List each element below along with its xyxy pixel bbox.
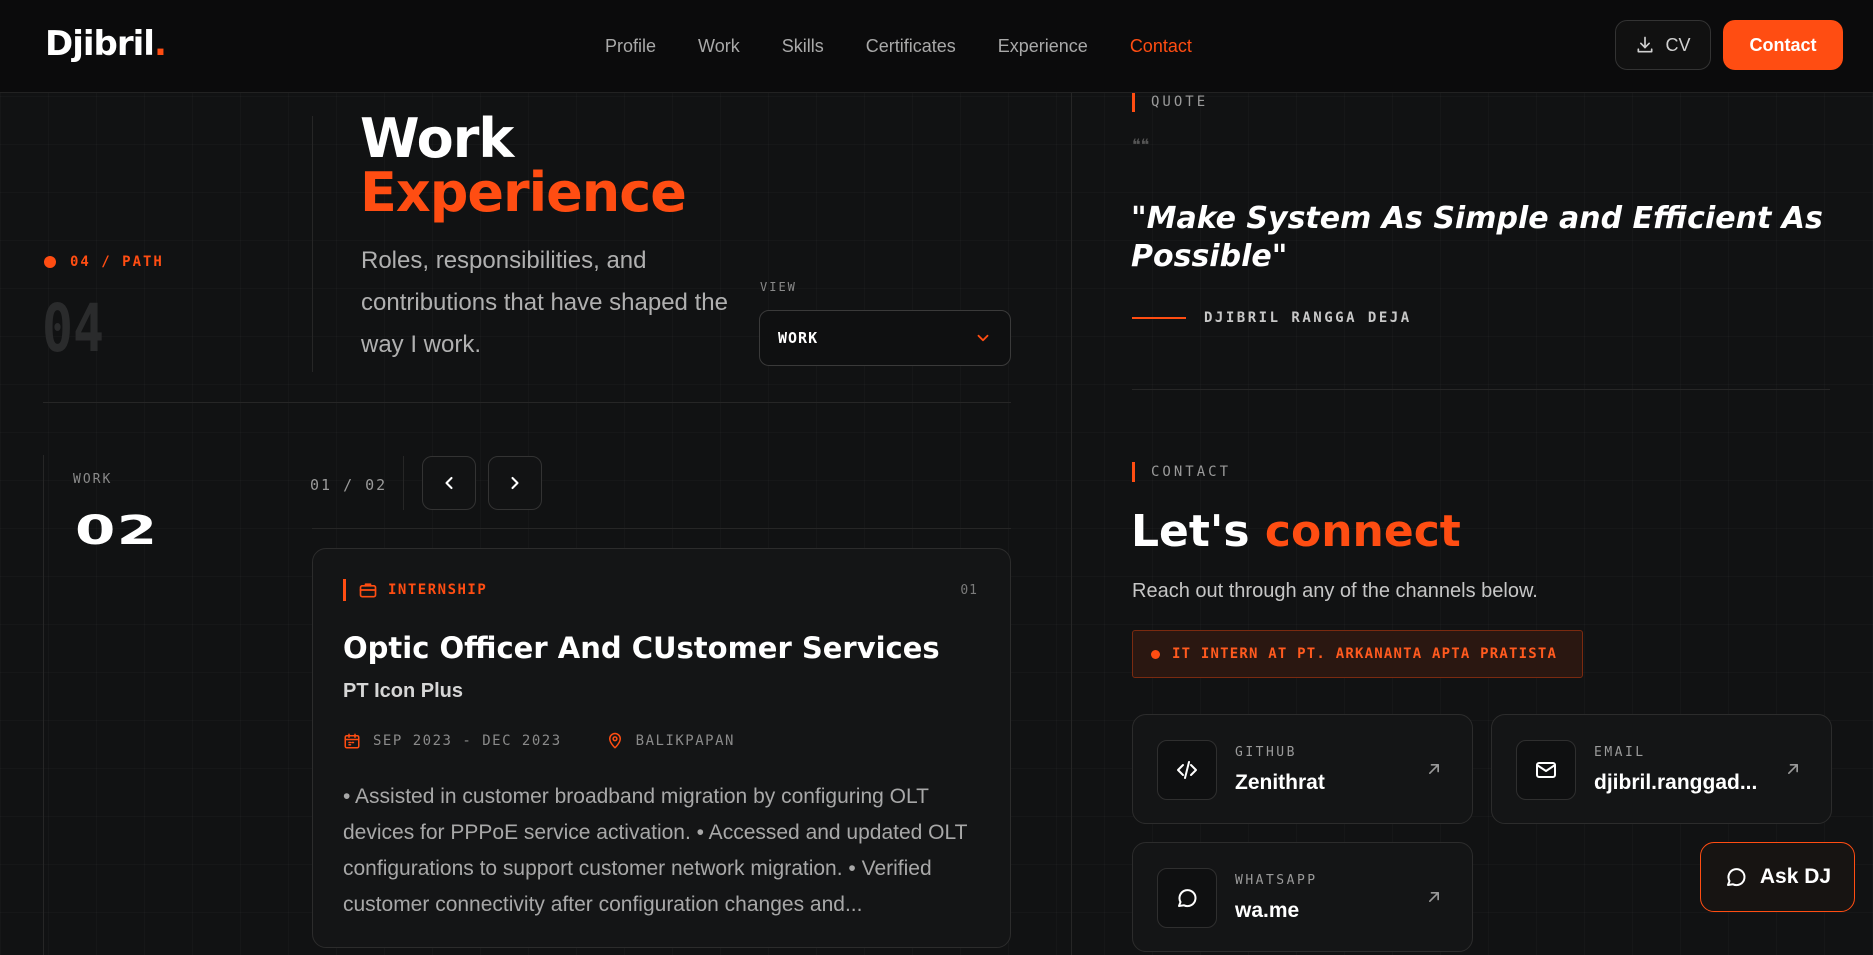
contact-section-tag: CONTACT <box>1132 462 1231 482</box>
download-icon <box>1637 36 1653 53</box>
quote-text: "Make System As Simple and Efficient As … <box>1131 201 1823 274</box>
quote-author: DJIBRIL RANGGA DEJA <box>1132 310 1412 326</box>
pager-bottom-divider <box>312 528 1011 529</box>
contact-subtitle: Reach out through any of the channels be… <box>1132 580 1538 602</box>
contact-title: Let's connect <box>1131 506 1461 557</box>
location-pin-icon <box>608 732 621 749</box>
prev-button[interactable] <box>422 456 476 510</box>
nav-work[interactable]: Work <box>698 36 740 57</box>
nav-profile[interactable]: Profile <box>605 36 656 57</box>
mail-icon <box>1536 762 1556 778</box>
code-icon <box>1177 761 1197 779</box>
work-divider <box>43 455 44 955</box>
nav-experience[interactable]: Experience <box>998 36 1088 57</box>
hero-divider <box>312 116 313 372</box>
hero-bottom-divider <box>43 402 1011 403</box>
main-nav: Profile Work Skills Certificates Experie… <box>605 0 1192 93</box>
arrow-up-right-icon <box>1429 892 1439 902</box>
view-label: VIEW <box>760 280 797 294</box>
quote-icon: ❝❝ <box>1132 137 1150 154</box>
section-path-tag: 04 / PATH <box>44 254 164 270</box>
arrow-up-right-icon <box>1429 764 1439 774</box>
path-bullet <box>44 256 56 268</box>
arrow-up-right-icon <box>1788 764 1798 774</box>
download-cv-button[interactable]: CV <box>1615 20 1711 70</box>
chevron-right-icon <box>511 476 519 490</box>
contact-button[interactable]: Contact <box>1723 20 1843 70</box>
card-description: • Assisted in customer broadband migrati… <box>343 785 968 916</box>
card-index: 01 <box>960 583 978 598</box>
card-dates: SEP 2023 - DEC 2023 <box>373 733 562 749</box>
whatsapp-tile[interactable]: WHATSAPP wa.me <box>1132 842 1473 952</box>
tile-value: djibril.ranggad... <box>1594 771 1758 794</box>
briefcase-icon <box>359 583 377 598</box>
page-title: Work Experience <box>360 107 687 224</box>
tile-label: EMAIL <box>1594 745 1646 760</box>
site-logo[interactable]: Djibril. <box>45 24 167 64</box>
experience-card[interactable]: INTERNSHIP 01 Optic Officer And CUstomer… <box>312 548 1011 948</box>
quote-bottom-divider <box>1132 389 1830 390</box>
ask-dj-button[interactable]: Ask DJ <box>1700 842 1855 912</box>
tile-value: Zenithrat <box>1235 771 1325 794</box>
chevron-down-icon <box>977 334 989 342</box>
section-number: 04 <box>42 290 104 367</box>
nav-skills[interactable]: Skills <box>782 36 824 57</box>
card-meta: SEP 2023 - DEC 2023 BALIKPAPAN <box>343 732 735 750</box>
view-select[interactable]: WORK <box>759 310 1011 366</box>
quote-section-tag: QUOTE <box>1132 92 1208 112</box>
next-button[interactable] <box>488 456 542 510</box>
pager-indicator: 01 / 02 <box>310 476 388 494</box>
card-title: Optic Officer And CUstomer Services <box>343 631 940 665</box>
github-tile[interactable]: GITHUB Zenithrat <box>1132 714 1473 824</box>
nav-contact[interactable]: Contact <box>1130 36 1192 57</box>
chevron-left-icon <box>445 476 453 490</box>
email-tile[interactable]: EMAIL djibril.ranggad... <box>1491 714 1832 824</box>
chat-icon <box>1178 889 1197 908</box>
pager-divider <box>403 456 404 510</box>
top-navbar: Djibril. Profile Work Skills Certificate… <box>0 0 1873 93</box>
column-divider <box>1071 93 1072 955</box>
card-type-tag: INTERNSHIP <box>343 579 487 601</box>
tile-label: WHATSAPP <box>1235 873 1318 888</box>
work-count: 02 <box>75 508 159 554</box>
tile-value: wa.me <box>1235 899 1300 922</box>
status-dot <box>1151 649 1160 659</box>
status-badge: IT INTERN AT PT. ARKANANTA APTA PRATISTA <box>1132 630 1583 678</box>
view-select-value: WORK <box>778 329 819 347</box>
page-subtitle: Roles, responsibilities, and contributio… <box>361 247 728 358</box>
card-location: BALIKPAPAN <box>635 733 735 749</box>
calendar-icon <box>344 733 360 749</box>
chat-icon <box>1726 868 1746 887</box>
tile-label: GITHUB <box>1235 745 1297 760</box>
card-company: PT Icon Plus <box>343 680 464 702</box>
nav-certificates[interactable]: Certificates <box>866 36 956 57</box>
work-label: WORK <box>73 472 113 487</box>
